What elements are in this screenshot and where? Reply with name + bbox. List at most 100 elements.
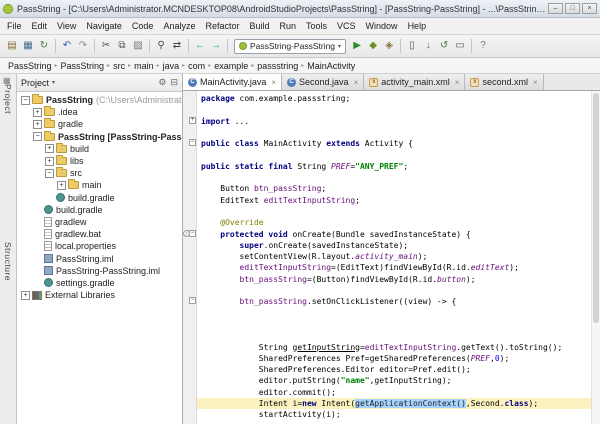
find-icon[interactable]: ⚲: [153, 38, 169, 54]
code-line[interactable]: Intent i=new Intent(getApplicationContex…: [197, 398, 591, 409]
code-line[interactable]: import ...: [197, 116, 591, 127]
fold-expand-icon[interactable]: +: [189, 117, 196, 124]
menu-item-code[interactable]: Code: [127, 18, 159, 35]
expand-icon[interactable]: +: [21, 291, 30, 300]
stripe-tab-project[interactable]: Project: [3, 84, 13, 114]
back-icon[interactable]: ←: [192, 38, 208, 54]
stripe-tab-structure[interactable]: Structure: [3, 242, 13, 281]
android-studio-logo-icon[interactable]: [3, 4, 13, 14]
sync-icon[interactable]: ↻: [36, 38, 52, 54]
code-line[interactable]: Button btn_passString;: [197, 183, 591, 194]
code-line[interactable]: SharedPreferences Pref=getSharedPreferen…: [197, 353, 591, 364]
fold-collapse-icon[interactable]: −: [189, 230, 196, 237]
collapse-all-icon[interactable]: ⊟: [170, 77, 178, 88]
close-icon[interactable]: ×: [271, 78, 276, 87]
code-line[interactable]: @Override: [197, 217, 591, 228]
tree-item-gradlew-bat[interactable]: gradlew.bat: [17, 228, 182, 240]
close-icon[interactable]: ×: [533, 78, 538, 87]
expand-icon[interactable]: +: [45, 144, 54, 153]
copy-icon[interactable]: ⧉: [114, 38, 130, 54]
sdk-manager-icon[interactable]: ↓: [420, 38, 436, 54]
code-line[interactable]: [197, 285, 591, 296]
code-line[interactable]: [197, 127, 591, 138]
tab-second-xml[interactable]: xsecond.xml×: [465, 74, 543, 90]
breadcrumb-item-src[interactable]: src: [111, 61, 127, 71]
monitor-icon[interactable]: ▭: [452, 38, 468, 54]
collapse-icon[interactable]: −: [33, 132, 42, 141]
fold-collapse-icon[interactable]: −: [189, 139, 196, 146]
menu-item-help[interactable]: Help: [403, 18, 432, 35]
tree-item-src[interactable]: −src: [17, 167, 182, 179]
coverage-icon[interactable]: ◈: [381, 38, 397, 54]
code-line[interactable]: SharedPreferences.Editor editor=Pref.edi…: [197, 364, 591, 375]
run-config-select[interactable]: PassString-PassString▾: [234, 39, 346, 54]
code-line[interactable]: protected void onCreate(Bundle savedInst…: [197, 229, 591, 240]
minimize-button[interactable]: –: [548, 3, 563, 14]
code-line[interactable]: [197, 319, 591, 330]
menu-item-navigate[interactable]: Navigate: [81, 18, 127, 35]
tree-item-passstring-passstring-passstring[interactable]: −PassString [PassString-PassString]: [17, 131, 182, 143]
avd-manager-icon[interactable]: ▯: [404, 38, 420, 54]
gradle-sync-icon[interactable]: ↺: [436, 38, 452, 54]
run-icon[interactable]: ▶: [349, 38, 365, 54]
settings-gear-icon[interactable]: ⚙: [158, 77, 166, 88]
tree-item-passstring[interactable]: −PassString(C:\Users\Administrator.MCND: [17, 94, 182, 106]
menu-item-run[interactable]: Run: [275, 18, 302, 35]
code-line[interactable]: setContentView(R.layout.activity_main);: [197, 251, 591, 262]
tab-second-java[interactable]: CSecond.java×: [282, 74, 364, 90]
forward-icon[interactable]: →: [208, 38, 224, 54]
code-line[interactable]: editor.commit();: [197, 387, 591, 398]
tree-item-build-gradle[interactable]: build.gradle: [17, 192, 182, 204]
expand-icon[interactable]: +: [33, 120, 42, 129]
tree-item-local-properties[interactable]: local.properties: [17, 240, 182, 252]
breadcrumb-item-mainactivity[interactable]: MainActivity: [305, 61, 357, 71]
tree-item-main[interactable]: +main: [17, 179, 182, 191]
code-line[interactable]: package com.example.passstring;: [197, 93, 591, 104]
tab-activity-main-xml[interactable]: xactivity_main.xml×: [364, 74, 465, 90]
redo-icon[interactable]: ↷: [75, 38, 91, 54]
tree-item-gradle[interactable]: +gradle: [17, 118, 182, 130]
expand-icon[interactable]: +: [45, 157, 54, 166]
tree-item-passstring-passstring-iml[interactable]: PassString-PassString.iml: [17, 265, 182, 277]
menu-item-vcs[interactable]: VCS: [332, 18, 361, 35]
tree-item-external-libraries[interactable]: +External Libraries: [17, 289, 182, 301]
close-button[interactable]: ×: [582, 3, 597, 14]
menu-item-edit[interactable]: Edit: [27, 18, 53, 35]
code-line[interactable]: [197, 104, 591, 115]
close-icon[interactable]: ×: [455, 78, 460, 87]
tree-item-gradlew[interactable]: gradlew: [17, 216, 182, 228]
code-line[interactable]: [197, 149, 591, 160]
undo-icon[interactable]: ↶: [59, 38, 75, 54]
code-line[interactable]: String getInputString=editTextInputStrin…: [197, 342, 591, 353]
code-line[interactable]: super.onCreate(savedInstanceState);: [197, 240, 591, 251]
breadcrumb-item-passstring[interactable]: PassString: [6, 61, 54, 71]
save-all-icon[interactable]: ▦: [20, 38, 36, 54]
tree-item-build-gradle[interactable]: build.gradle: [17, 204, 182, 216]
expand-icon[interactable]: +: [57, 181, 66, 190]
replace-icon[interactable]: ⇄: [169, 38, 185, 54]
breadcrumb-item-example[interactable]: example: [212, 61, 250, 71]
breadcrumb-item-java[interactable]: java: [161, 61, 182, 71]
fold-collapse-icon[interactable]: −: [189, 297, 196, 304]
code-line[interactable]: [197, 330, 591, 341]
collapse-icon[interactable]: −: [21, 96, 30, 105]
code-line[interactable]: editTextInputString=(EditText)findViewBy…: [197, 262, 591, 273]
menu-item-build[interactable]: Build: [244, 18, 274, 35]
breadcrumb-item-main[interactable]: main: [132, 61, 156, 71]
close-icon[interactable]: ×: [354, 78, 359, 87]
code-line[interactable]: [197, 206, 591, 217]
expand-icon[interactable]: +: [33, 108, 42, 117]
collapse-icon[interactable]: −: [45, 169, 54, 178]
breadcrumb-item-com[interactable]: com: [186, 61, 207, 71]
debug-icon[interactable]: ◆: [365, 38, 381, 54]
tree-item-build[interactable]: +build: [17, 143, 182, 155]
code-line[interactable]: [197, 308, 591, 319]
paste-icon[interactable]: ▨: [130, 38, 146, 54]
tree-item-settings-gradle[interactable]: settings.gradle: [17, 277, 182, 289]
menu-item-view[interactable]: View: [52, 18, 81, 35]
breadcrumb-item-passstring[interactable]: passstring: [255, 61, 300, 71]
code-line[interactable]: EditText editTextInputString;: [197, 195, 591, 206]
tree-item-libs[interactable]: +libs: [17, 155, 182, 167]
maximize-button[interactable]: □: [565, 3, 580, 14]
code-line[interactable]: public class MainActivity extends Activi…: [197, 138, 591, 149]
